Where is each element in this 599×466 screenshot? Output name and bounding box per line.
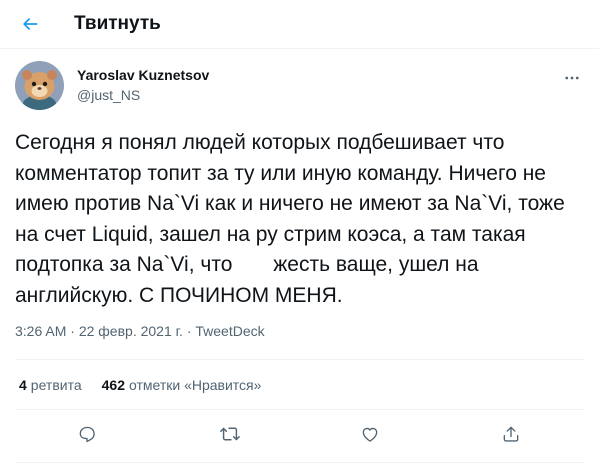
hamster-avatar-icon: [15, 61, 64, 110]
retweet-icon: [220, 427, 240, 441]
like-button[interactable]: [358, 422, 382, 446]
tweet-source[interactable]: TweetDeck: [195, 323, 264, 339]
divider: [15, 409, 584, 410]
tweet-meta: 3:26 AM · 22 февр. 2021 г. · TweetDeck: [15, 323, 265, 339]
tweet-date[interactable]: 22 февр. 2021 г.: [79, 323, 183, 339]
tweet-actions: [0, 418, 599, 450]
page-title: Твитнуть: [74, 13, 161, 34]
tweet-stats: 4 ретвита 462 отметки «Нравится»: [19, 377, 281, 393]
meta-separator: ·: [186, 323, 192, 339]
likes-stat[interactable]: 462 отметки «Нравится»: [102, 377, 262, 393]
tweet-text: Сегодня я понял людей которых подбешивае…: [15, 131, 571, 307]
divider: [15, 462, 584, 463]
divider: [15, 359, 584, 360]
reply-icon: [79, 426, 95, 443]
tweet-time[interactable]: 3:26 AM: [15, 323, 66, 339]
likes-count: 462: [101, 377, 125, 393]
meta-separator: ·: [70, 323, 75, 339]
share-button[interactable]: [499, 422, 523, 446]
avatar[interactable]: [15, 61, 64, 110]
retweet-button[interactable]: [218, 422, 242, 446]
back-button[interactable]: [14, 8, 46, 40]
retweets-stat[interactable]: 4 ретвита: [19, 377, 82, 393]
share-icon: [503, 426, 519, 442]
tweet-header: Твитнуть: [0, 0, 599, 49]
reply-button[interactable]: [75, 422, 99, 446]
more-options-button[interactable]: [560, 66, 584, 90]
likes-label: отметки «Нравится»: [128, 377, 262, 393]
user-handle[interactable]: @just_NS: [77, 87, 140, 103]
arrow-left-icon: [23, 18, 38, 30]
retweets-label: ретвита: [30, 377, 82, 393]
user-display-name[interactable]: Yaroslav Kuznetsov: [77, 67, 209, 83]
like-icon: [362, 427, 378, 442]
retweets-count: 4: [19, 377, 27, 393]
more-horizontal-icon: [565, 76, 579, 80]
